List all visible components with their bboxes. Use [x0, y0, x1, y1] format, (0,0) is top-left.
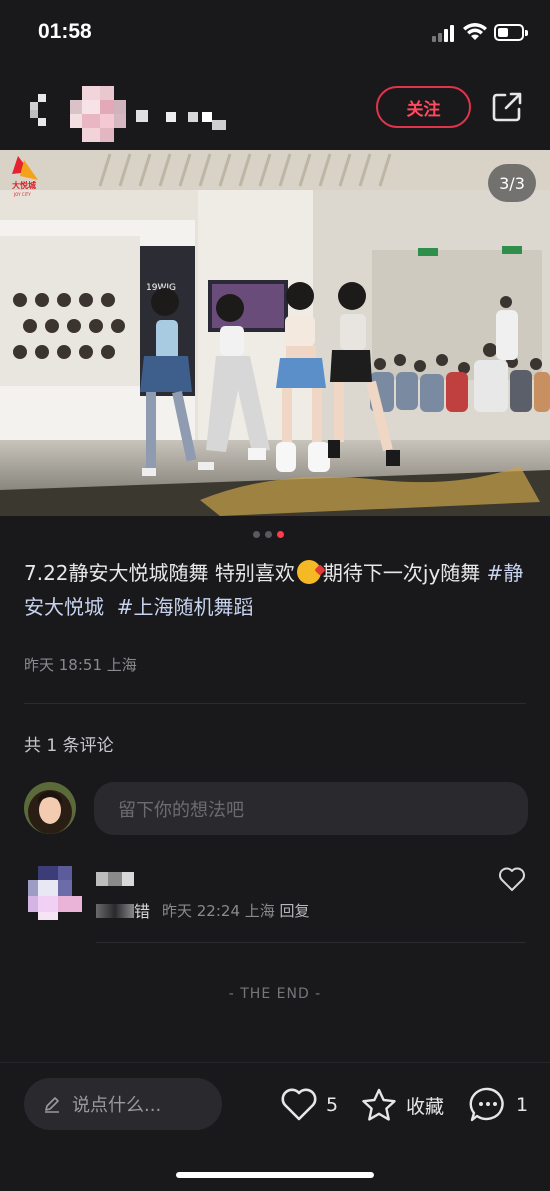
comment-meta: 昨天 22:24 上海 回复	[162, 902, 310, 920]
likes-count: 5	[326, 1094, 339, 1116]
caption-text: 7.22静安大悦城随舞 特别喜欢	[24, 561, 295, 585]
post-header: 关注	[0, 66, 550, 150]
heart-icon	[281, 1088, 317, 1121]
kiss-emoji-icon	[296, 560, 321, 584]
post-caption: 7.22静安大悦城随舞 特别喜欢 期待下一次jy随舞 #静安大悦城 #上海随机舞蹈	[24, 556, 529, 624]
say-placeholder: 说点什么...	[72, 1095, 162, 1116]
svg-text:JOY CITY: JOY CITY	[13, 192, 31, 197]
home-indicator[interactable]	[176, 1172, 374, 1178]
my-avatar[interactable]	[24, 782, 76, 834]
collect-button[interactable]: 收藏	[360, 1085, 444, 1125]
pencil-icon	[45, 1097, 59, 1113]
image-counter-badge: 3/3	[488, 164, 536, 202]
collect-label: 收藏	[406, 1095, 445, 1118]
carousel-dot[interactable]	[253, 531, 260, 538]
svg-text:大悦城: 大悦城	[12, 180, 36, 190]
star-icon	[362, 1088, 396, 1121]
share-icon[interactable]	[490, 90, 524, 124]
status-bar: 01:58	[0, 0, 550, 66]
wifi-icon	[463, 23, 487, 40]
carousel-dot-active[interactable]	[277, 531, 284, 538]
comment-text: 错	[96, 898, 150, 922]
carousel-indicator	[253, 531, 284, 538]
caption-text-cont: 期待下一次jy随舞	[322, 561, 487, 585]
comment-button[interactable]: 1	[468, 1085, 528, 1125]
author-name[interactable]	[136, 102, 228, 132]
divider	[24, 703, 526, 704]
divider	[96, 942, 526, 943]
like-button[interactable]: 5	[280, 1085, 338, 1125]
author-avatar[interactable]	[70, 86, 126, 142]
status-time: 01:58	[38, 20, 92, 43]
commenter-name[interactable]	[96, 868, 138, 890]
comment-bubble-icon	[469, 1087, 504, 1122]
comment-input[interactable]: 留下你的想法吧	[94, 782, 528, 835]
commenter-avatar[interactable]	[28, 866, 82, 920]
cellular-signal-icon	[432, 24, 458, 42]
dance-photo: 19WIG 大悦城 JOY CITY	[0, 150, 550, 516]
comment-count: 共 1 条评论	[24, 736, 114, 756]
comments-count: 1	[516, 1094, 529, 1116]
carousel-dot[interactable]	[265, 531, 272, 538]
end-marker: - THE END -	[228, 986, 322, 1002]
hashtag-shanghai-random-dance[interactable]: #上海随机舞蹈	[117, 595, 254, 619]
back-button[interactable]	[26, 94, 50, 126]
post-image-carousel[interactable]: 19WIG 大悦城 JOY CITY 3/3	[0, 150, 550, 516]
follow-button[interactable]: 关注	[376, 86, 471, 128]
post-time-location: 昨天 18:51 上海	[24, 656, 137, 674]
comment-like-icon[interactable]	[498, 866, 526, 892]
say-something-input[interactable]: 说点什么...	[24, 1078, 222, 1130]
reply-button[interactable]: 回复	[280, 902, 310, 920]
blurred-text	[96, 904, 134, 918]
battery-icon	[494, 24, 528, 41]
